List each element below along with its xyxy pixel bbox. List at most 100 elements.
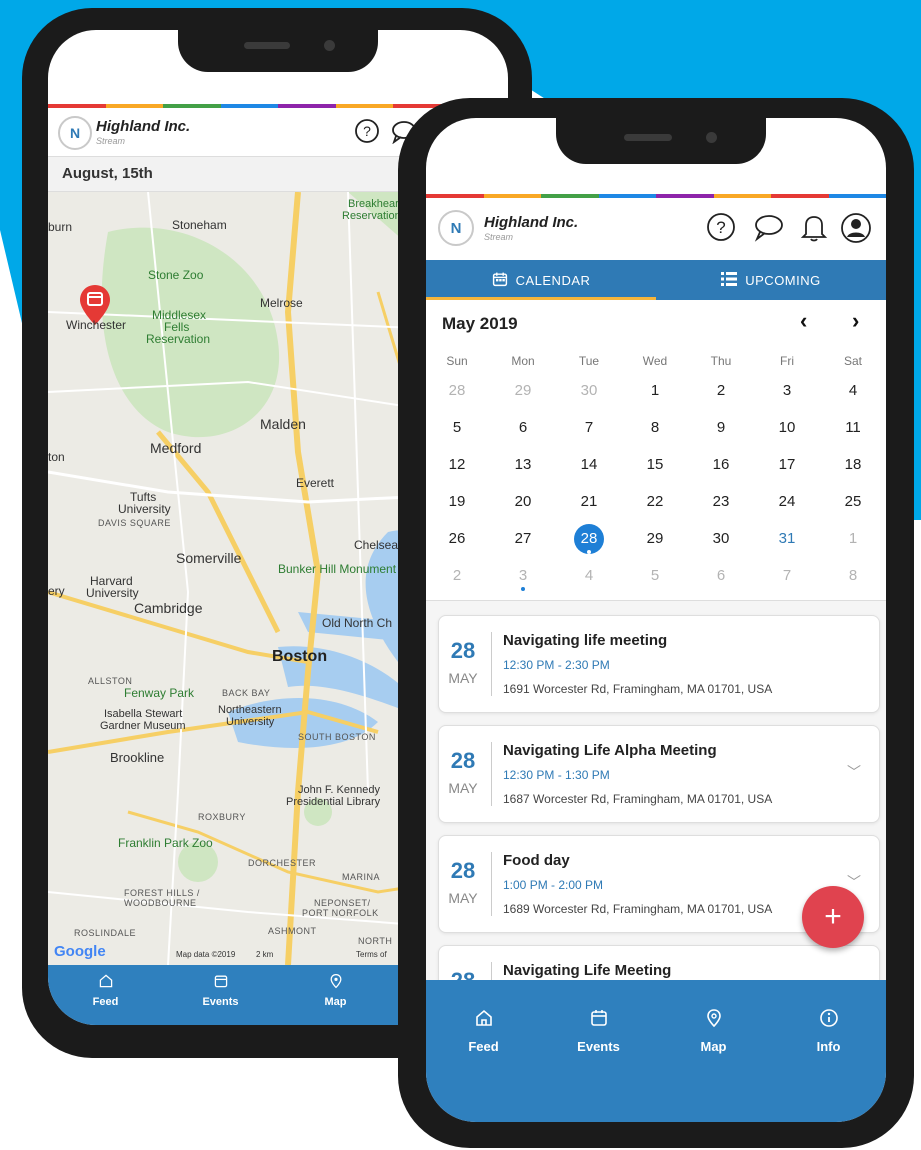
calendar-day[interactable]: 14 — [556, 456, 622, 473]
calendar-day[interactable]: 22 — [622, 493, 688, 510]
help-icon[interactable]: ? — [706, 212, 736, 242]
nav-feed[interactable]: Feed — [48, 965, 163, 1025]
calendar-day[interactable]: 11 — [820, 419, 886, 436]
calendar-day[interactable]: 5 — [426, 419, 490, 436]
brand-logo: N — [58, 116, 92, 150]
weekday-label: Sun — [446, 354, 468, 368]
map-label: Melrose — [260, 296, 303, 310]
tab-calendar[interactable]: CALENDAR — [426, 260, 656, 300]
tab-upcoming[interactable]: UPCOMING — [656, 260, 886, 300]
calendar-icon — [213, 973, 229, 994]
event-card[interactable]: 28 MAY Navigating Life Alpha Meeting 12:… — [438, 725, 880, 823]
calendar-day[interactable]: 8 — [622, 419, 688, 436]
nav-info-label: Info — [816, 1039, 841, 1054]
calendar-day-selected[interactable]: 28 — [556, 530, 622, 547]
bell-icon[interactable] — [800, 212, 828, 242]
map-label: Bunker Hill Monument — [278, 562, 397, 576]
calendar-day[interactable]: 8 — [820, 567, 886, 584]
event-title: Food day — [503, 852, 570, 869]
calendar-day[interactable]: 20 — [490, 493, 556, 510]
calendar-day[interactable]: 12 — [426, 456, 490, 473]
chevron-down-icon[interactable]: ﹀ — [847, 872, 861, 892]
event-divider — [491, 742, 492, 806]
calendar-day[interactable]: 6 — [688, 567, 754, 584]
calendar-day[interactable]: 29 — [622, 530, 688, 547]
map-label: NEPONSET/ — [314, 898, 371, 908]
add-event-button[interactable]: + — [802, 886, 864, 948]
calendar-day[interactable]: 16 — [688, 456, 754, 473]
calendar-day[interactable]: 30 — [688, 530, 754, 547]
svg-text:?: ? — [363, 123, 371, 139]
brand-logo: N — [438, 210, 474, 246]
calendar-day[interactable]: 25 — [820, 493, 886, 510]
map-label: Malden — [260, 416, 306, 432]
event-card[interactable]: 28 MAY Navigating life meeting 12:30 PM … — [438, 615, 880, 713]
calendar-day[interactable]: 3 — [754, 382, 820, 399]
event-card[interactable]: 28 Navigating Life Meeting — [438, 945, 880, 981]
event-divider — [491, 962, 492, 981]
map-label: Presidential Library — [286, 796, 381, 808]
calendar-day[interactable]: 7 — [556, 419, 622, 436]
event-title: Navigating Life Meeting — [503, 962, 672, 979]
calendar-next-button[interactable]: › — [852, 308, 859, 334]
help-icon[interactable]: ? — [354, 118, 380, 144]
calendar-day[interactable]: 27 — [490, 530, 556, 547]
nav-feed[interactable]: Feed — [426, 980, 541, 1122]
calendar-day[interactable]: 18 — [820, 456, 886, 473]
calendar-day[interactable]: 24 — [754, 493, 820, 510]
calendar-day[interactable]: 5 — [622, 567, 688, 584]
calendar-day[interactable]: 4 — [820, 382, 886, 399]
calendar-day[interactable]: 19 — [426, 493, 490, 510]
calendar-day[interactable]: 1 — [622, 382, 688, 399]
profile-icon[interactable] — [840, 212, 872, 244]
event-address: 1689 Worcester Rd, Framingham, MA 01701,… — [503, 902, 773, 916]
map-label: Reservation — [342, 210, 401, 222]
map-label: ery — [48, 584, 65, 598]
nav-map[interactable]: Map — [278, 965, 393, 1025]
calendar-day[interactable]: 31 — [754, 530, 820, 547]
brand-subtitle: Stream — [96, 136, 126, 146]
calendar-prev-button[interactable]: ‹ — [800, 308, 807, 334]
map-label: Fenway Park — [124, 686, 195, 700]
calendar-day[interactable]: 1 — [820, 530, 886, 547]
map-label: ASHMONT — [268, 926, 317, 936]
calendar-day[interactable]: 21 — [556, 493, 622, 510]
brand-subtitle: Stream — [484, 232, 514, 242]
map-label: ALLSTON — [88, 676, 133, 686]
nav-map[interactable]: Map — [656, 980, 771, 1122]
calendar-day[interactable]: 6 — [490, 419, 556, 436]
nav-events[interactable]: Events — [163, 965, 278, 1025]
calendar-day[interactable]: 26 — [426, 530, 490, 547]
calendar-day[interactable]: 30 — [556, 382, 622, 399]
map-label: Cambridge — [134, 600, 203, 616]
nav-map-label: Map — [700, 1039, 727, 1054]
nav-info[interactable]: Info — [771, 980, 886, 1122]
map-attribution: Map data ©2019 — [176, 950, 236, 959]
calendar-day[interactable]: 9 — [688, 419, 754, 436]
map-label: Everett — [296, 476, 335, 490]
calendar-day[interactable]: 13 — [490, 456, 556, 473]
calendar-day[interactable]: 15 — [622, 456, 688, 473]
chat-icon[interactable] — [752, 212, 784, 242]
map-terms-link[interactable]: Terms of — [356, 950, 387, 959]
calendar-day[interactable]: 10 — [754, 419, 820, 436]
calendar-day[interactable]: 23 — [688, 493, 754, 510]
calendar-day[interactable]: 2 — [426, 567, 490, 584]
map-label: Breakheart — [348, 198, 402, 210]
calendar-day[interactable]: 2 — [688, 382, 754, 399]
list-icon — [721, 271, 738, 289]
map-label: University — [86, 586, 139, 600]
front-app-header: N Highland Inc. Stream ? — [426, 198, 886, 258]
calendar-day[interactable]: 7 — [754, 567, 820, 584]
chevron-down-icon[interactable]: ﹀ — [847, 762, 861, 782]
calendar-day[interactable]: 3 — [490, 567, 556, 584]
logo-letter: N — [450, 219, 462, 237]
calendar-day[interactable]: 28 — [426, 382, 490, 399]
svg-text:?: ? — [716, 218, 725, 237]
front-phone-screen: N Highland Inc. Stream ? CALENDAR UPCOMI… — [426, 118, 886, 1122]
calendar-day[interactable]: 29 — [490, 382, 556, 399]
weekday-label: Mon — [511, 354, 535, 368]
calendar-day[interactable]: 17 — [754, 456, 820, 473]
nav-events[interactable]: Events — [541, 980, 656, 1122]
calendar-day[interactable]: 4 — [556, 567, 622, 584]
